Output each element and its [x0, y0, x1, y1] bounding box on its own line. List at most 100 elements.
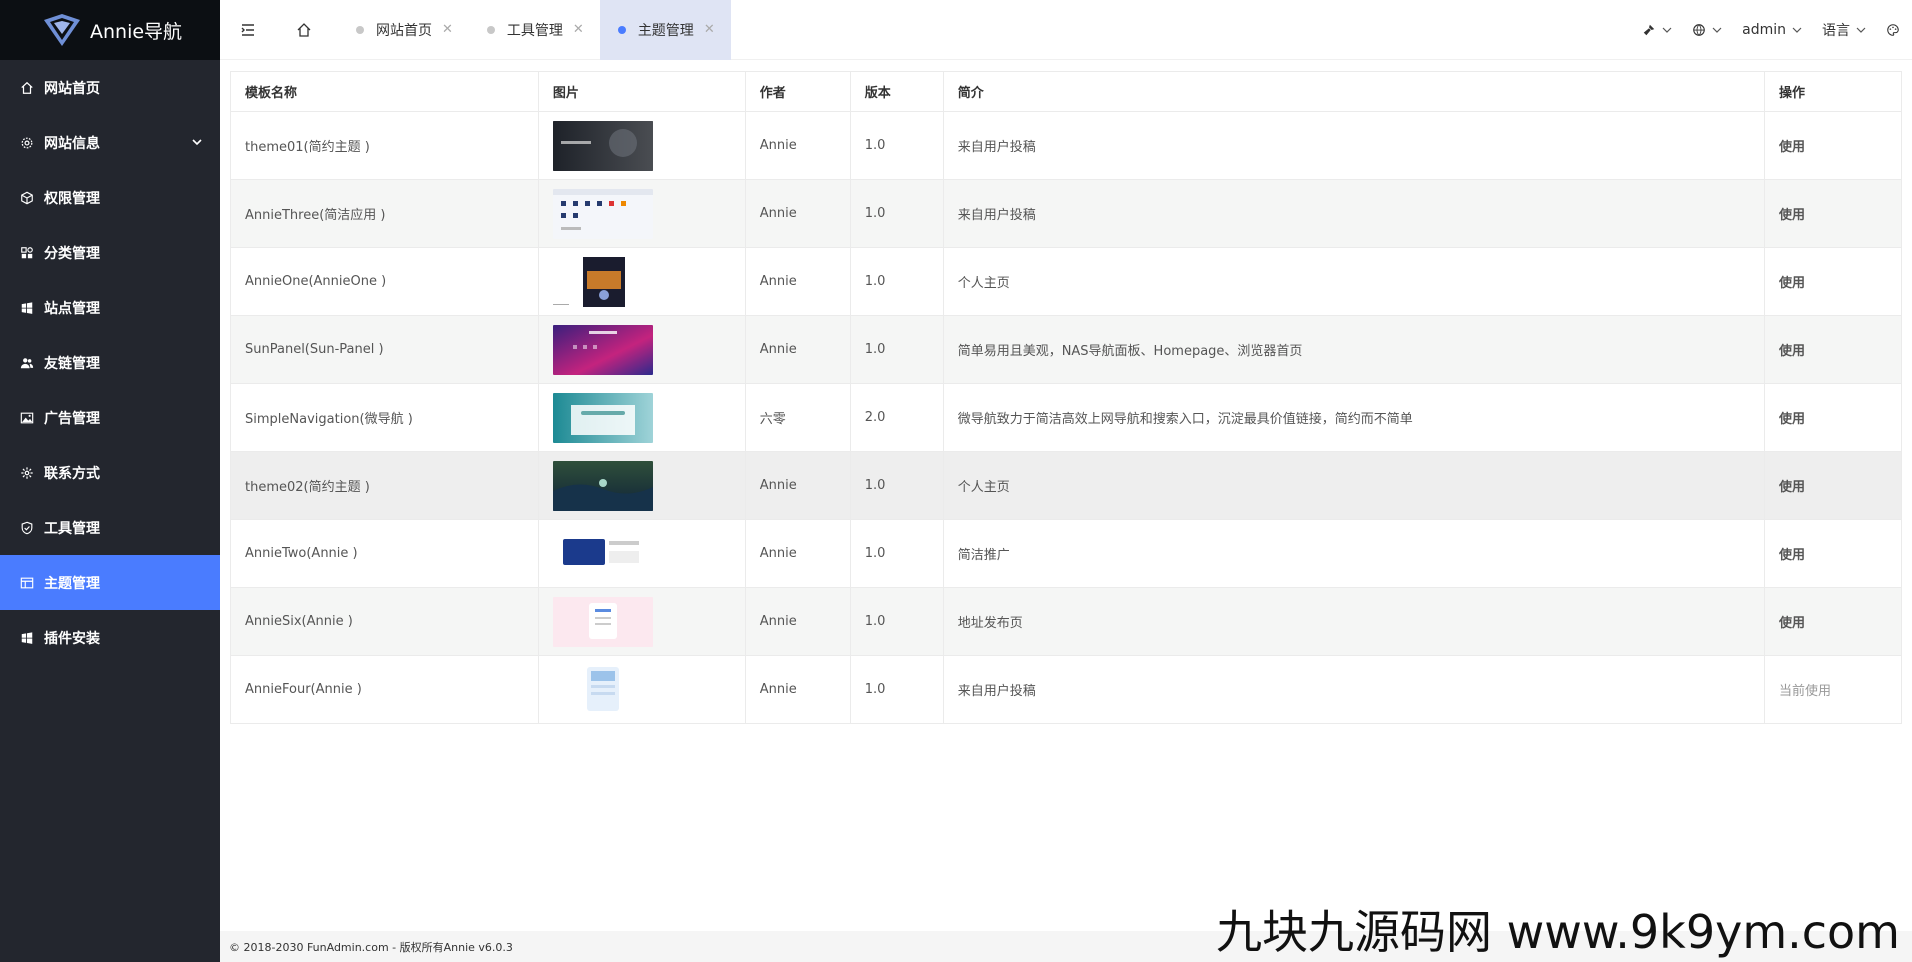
- sidebar-item-4[interactable]: 站点管理: [0, 280, 220, 335]
- cell-name: theme02(简约主题 ): [230, 451, 539, 520]
- cog-icon: [20, 466, 34, 480]
- users-icon: [20, 356, 34, 370]
- theme-thumbnail[interactable]: [552, 460, 653, 511]
- sidebar-item-0[interactable]: 网站首页: [0, 60, 220, 115]
- tab-2[interactable]: 主题管理 ✕: [599, 0, 731, 60]
- layout-icon: [20, 576, 34, 590]
- use-theme-button[interactable]: 使用: [1764, 179, 1902, 248]
- sidebar-item-8[interactable]: 工具管理: [0, 500, 220, 555]
- theme-button[interactable]: [1886, 23, 1900, 37]
- cell-author: Annie: [745, 315, 851, 384]
- user-menu[interactable]: admin: [1742, 22, 1802, 38]
- column-header-author[interactable]: 作者: [745, 71, 851, 112]
- cell-name: SimpleNavigation(微导航 ): [230, 383, 539, 452]
- column-header-description[interactable]: 简介: [943, 71, 1766, 112]
- cell-description: 来自用户投稿: [943, 111, 1766, 180]
- home-button[interactable]: [276, 0, 332, 60]
- sidebar-item-2[interactable]: 权限管理: [0, 170, 220, 225]
- cube-icon: [20, 191, 34, 205]
- table-row: AnnieTwo(Annie ) Annie 1.0 简洁推广 使用: [230, 519, 1902, 588]
- sidebar-item-label: 网站信息: [44, 135, 100, 152]
- cell-name: AnnieOne(AnnieOne ): [230, 247, 539, 316]
- cell-description: 简单易用且美观，NAS导航面板、Homepage、浏览器首页: [943, 315, 1766, 384]
- cell-author: Annie: [745, 247, 851, 316]
- table-row: SunPanel(Sun-Panel ) Annie 1.0 简单易用且美观，NAS导…: [230, 315, 1902, 384]
- theme-thumbnail[interactable]: [552, 392, 653, 443]
- use-theme-button[interactable]: 使用: [1764, 247, 1902, 316]
- language-menu[interactable]: 语言: [1822, 20, 1866, 40]
- tab-label: 工具管理: [506, 22, 563, 39]
- table-row: AnnieThree(简洁应用 ) Annie 1.0 来自用户投稿 使用: [230, 179, 1902, 248]
- clear-cache-button[interactable]: [1642, 23, 1672, 37]
- tab-status-dot: [486, 25, 495, 34]
- cell-description: 地址发布页: [943, 587, 1766, 656]
- use-theme-button[interactable]: 使用: [1764, 451, 1902, 520]
- sidebar-item-label: 网站首页: [44, 80, 100, 97]
- website-button[interactable]: [1692, 23, 1722, 37]
- menu-toggle-button[interactable]: [220, 0, 276, 60]
- sidebar-item-6[interactable]: 广告管理: [0, 390, 220, 445]
- windows-icon: [20, 301, 34, 315]
- theme-thumbnail[interactable]: [552, 528, 653, 579]
- close-icon[interactable]: ✕: [573, 22, 584, 37]
- sidebar-item-7[interactable]: 联系方式: [0, 445, 220, 500]
- cell-image: [538, 315, 746, 384]
- close-icon[interactable]: ✕: [442, 22, 453, 37]
- cell-image: [538, 451, 746, 520]
- column-header-name[interactable]: 模板名称: [230, 71, 539, 112]
- use-theme-button[interactable]: 使用: [1764, 315, 1902, 384]
- cell-author: Annie: [745, 655, 851, 724]
- theme-thumbnail[interactable]: [552, 120, 653, 171]
- user-name: admin: [1742, 22, 1786, 38]
- use-theme-button[interactable]: 使用: [1764, 587, 1902, 656]
- chevron-down-icon[interactable]: [190, 135, 204, 149]
- use-theme-button[interactable]: 使用: [1764, 111, 1902, 180]
- app-name: Annie导航: [90, 20, 183, 43]
- theme-thumbnail[interactable]: [552, 664, 653, 715]
- tab-bar: 网站首页 ✕ 工具管理 ✕ 主题管理 ✕: [338, 0, 731, 60]
- chevron-down-icon: [1792, 27, 1802, 33]
- tab-1[interactable]: 工具管理 ✕: [469, 0, 600, 60]
- sidebar-item-9[interactable]: 主题管理: [0, 555, 220, 610]
- sidebar-item-3[interactable]: 分类管理: [0, 225, 220, 280]
- sidebar-item-5[interactable]: 友链管理: [0, 335, 220, 390]
- close-icon[interactable]: ✕: [704, 22, 715, 37]
- gear-icon: [20, 136, 34, 150]
- theme-thumbnail[interactable]: [552, 256, 653, 307]
- cell-version: 1.0: [850, 315, 944, 384]
- cell-author: Annie: [745, 451, 851, 520]
- cell-image: [538, 587, 746, 656]
- tab-0[interactable]: 网站首页 ✕: [338, 0, 469, 60]
- theme-table: 模板名称 图片 作者 版本 简介 操作 theme01(简约主题 ) Annie 1…: [230, 71, 1902, 724]
- theme-thumbnail[interactable]: [552, 324, 653, 375]
- cell-image: [538, 111, 746, 180]
- sidebar-item-label: 联系方式: [44, 465, 100, 482]
- table-row: theme01(简约主题 ) Annie 1.0 来自用户投稿 使用: [230, 111, 1902, 180]
- theme-thumbnail[interactable]: [552, 596, 653, 647]
- column-header-version[interactable]: 版本: [850, 71, 944, 112]
- sidebar-item-label: 插件安装: [44, 630, 100, 647]
- theme-thumbnail[interactable]: [552, 188, 653, 239]
- table-row: SimpleNavigation(微导航 ) 六零 2.0 微导航致力于简洁高效上网导…: [230, 383, 1902, 452]
- cell-version: 1.0: [850, 247, 944, 316]
- cell-image: [538, 655, 746, 724]
- column-header-action[interactable]: 操作: [1764, 71, 1902, 112]
- table-row: theme02(简约主题 ) Annie 1.0 个人主页 使用: [230, 451, 1902, 520]
- sidebar-item-1[interactable]: 网站信息: [0, 115, 220, 170]
- cell-version: 1.0: [850, 111, 944, 180]
- table-row: AnnieSix(Annie ) Annie 1.0 地址发布页 使用: [230, 587, 1902, 656]
- cell-author: Annie: [745, 587, 851, 656]
- use-theme-button[interactable]: 使用: [1764, 519, 1902, 588]
- copyright-text: © 2018-2030 FunAdmin.com - 版权所有Annie v6.…: [229, 940, 513, 954]
- column-header-image[interactable]: 图片: [538, 71, 746, 112]
- cell-name: AnnieThree(简洁应用 ): [230, 179, 539, 248]
- table-row: AnnieOne(AnnieOne ) Annie 1.0 个人主页 使用: [230, 247, 1902, 316]
- topbar: 网站首页 ✕ 工具管理 ✕ 主题管理 ✕ admin 语言: [220, 0, 1912, 60]
- windows-icon: [20, 631, 34, 645]
- apps-icon: [20, 246, 34, 260]
- sidebar-item-10[interactable]: 插件安装: [0, 610, 220, 665]
- use-theme-button[interactable]: 使用: [1764, 383, 1902, 452]
- cell-name: AnnieSix(Annie ): [230, 587, 539, 656]
- table-body: theme01(简约主题 ) Annie 1.0 来自用户投稿 使用 AnnieThree…: [230, 111, 1902, 724]
- logo[interactable]: Annie导航: [0, 0, 220, 60]
